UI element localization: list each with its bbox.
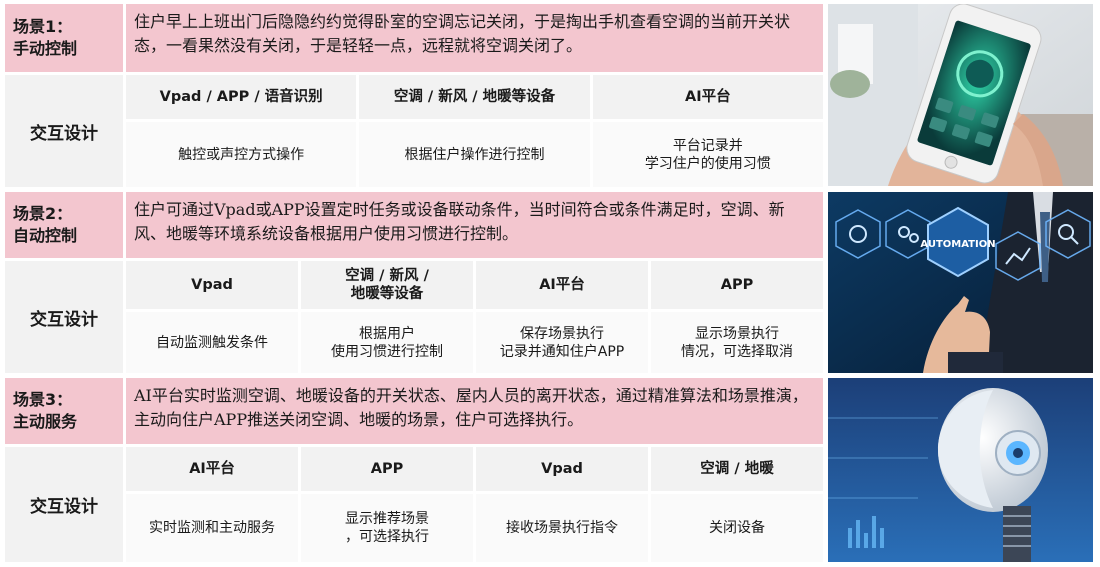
interaction-2-table: Vpad 空调 / 新风 / 地暖等设备 AI平台 APP 自动监测触发条件 根…: [126, 261, 823, 373]
smartphone-illustration: [828, 4, 1093, 186]
interaction-1-header-1: Vpad / APP / 语音识别: [126, 75, 357, 119]
scenario-slide: 场景1： 手动控制 住户早上上班出门后隐隐约约觉得卧室的空调忘记关闭，于是掏出手…: [0, 0, 1100, 567]
scenario-3-title: 主动服务: [13, 412, 78, 431]
interaction-3-header-2: APP: [301, 447, 473, 491]
interaction-1: 交互设计 Vpad / APP / 语音识别 空调 / 新风 / 地暖等设备 A…: [5, 75, 823, 187]
scenario-3-number: 场景3：: [13, 390, 73, 409]
scenario-1-header: 场景1： 手动控制 住户早上上班出门后隐隐约约觉得卧室的空调忘记关闭，于是掏出手…: [5, 4, 823, 72]
interaction-2: 交互设计 Vpad 空调 / 新风 / 地暖等设备 AI平台 APP 自动监测触…: [5, 261, 823, 373]
interaction-2-cell-4: 显示场景执行 情况，可选择取消: [651, 312, 823, 373]
interaction-3-cell-3: 接收场景执行指令: [476, 494, 648, 562]
interaction-2-header-4: APP: [651, 261, 823, 309]
interaction-2-cell-3: 保存场景执行 记录并通知住户APP: [476, 312, 648, 373]
scenario-3-header: 场景3： 主动服务 AI平台实时监测空调、地暖设备的开关状态、屋内人员的离开状态…: [5, 378, 823, 444]
automation-label: AUTOMATION: [920, 239, 995, 250]
interaction-3-header-3: Vpad: [476, 447, 648, 491]
scenario-1-description: 住户早上上班出门后隐隐约约觉得卧室的空调忘记关闭，于是掏出手机查看空调的当前开关…: [126, 4, 823, 72]
scenario-2-title: 自动控制: [13, 226, 78, 245]
interaction-3-cell-4: 关闭设备: [651, 494, 823, 562]
scenario-1-label: 场景1： 手动控制: [5, 4, 123, 72]
interaction-1-cell-3: 平台记录并 学习住户的使用习惯: [592, 122, 823, 187]
scenario-1-title: 手动控制: [13, 39, 78, 58]
interaction-1-label: 交互设计: [5, 75, 123, 187]
ai-robot-image: [828, 378, 1093, 562]
interaction-3: 交互设计 AI平台 APP Vpad 空调 / 地暖 实时监测和主动服务 显示推…: [5, 447, 823, 562]
interaction-2-header-3: AI平台: [476, 261, 648, 309]
scenario-3-description: AI平台实时监测空调、地暖设备的开关状态、屋内人员的离开状态，通过精准算法和场景…: [126, 378, 823, 444]
interaction-3-header-4: 空调 / 地暖: [651, 447, 823, 491]
interaction-2-header-2: 空调 / 新风 / 地暖等设备: [301, 261, 473, 309]
interaction-1-cell-2: 根据住户操作进行控制: [359, 122, 590, 187]
interaction-2-cell-2: 根据用户 使用习惯进行控制: [301, 312, 473, 373]
interaction-1-header-3: AI平台: [592, 75, 823, 119]
interaction-1-header-2: 空调 / 新风 / 地暖等设备: [359, 75, 590, 119]
automation-image: AUTOMATION: [828, 192, 1093, 373]
interaction-3-cell-2: 显示推荐场景 ，可选择执行: [301, 494, 473, 562]
interaction-3-header-1: AI平台: [126, 447, 298, 491]
scenario-1-number: 场景1：: [13, 17, 73, 36]
interaction-2-cell-1: 自动监测触发条件: [126, 312, 298, 373]
interaction-3-cell-1: 实时监测和主动服务: [126, 494, 298, 562]
scenario-2-label: 场景2： 自动控制: [5, 192, 123, 258]
smartphone-control-image: [828, 4, 1093, 186]
interaction-2-label: 交互设计: [5, 261, 123, 373]
scenario-3-label: 场景3： 主动服务: [5, 378, 123, 444]
interaction-3-label: 交互设计: [5, 447, 123, 562]
interaction-2-header-1: Vpad: [126, 261, 298, 309]
scenario-2-description: 住户可通过Vpad或APP设置定时任务或设备联动条件，当时间符合或条件满足时，空…: [126, 192, 823, 258]
scenario-2-number: 场景2：: [13, 204, 73, 223]
interaction-3-table: AI平台 APP Vpad 空调 / 地暖 实时监测和主动服务 显示推荐场景 ，…: [126, 447, 823, 562]
automation-illustration: AUTOMATION: [828, 192, 1093, 373]
scenario-2-header: 场景2： 自动控制 住户可通过Vpad或APP设置定时任务或设备联动条件，当时间…: [5, 192, 823, 258]
ai-robot-illustration: [828, 378, 1093, 562]
interaction-1-cell-1: 触控或声控方式操作: [126, 122, 357, 187]
interaction-1-table: Vpad / APP / 语音识别 空调 / 新风 / 地暖等设备 AI平台 触…: [126, 75, 823, 187]
